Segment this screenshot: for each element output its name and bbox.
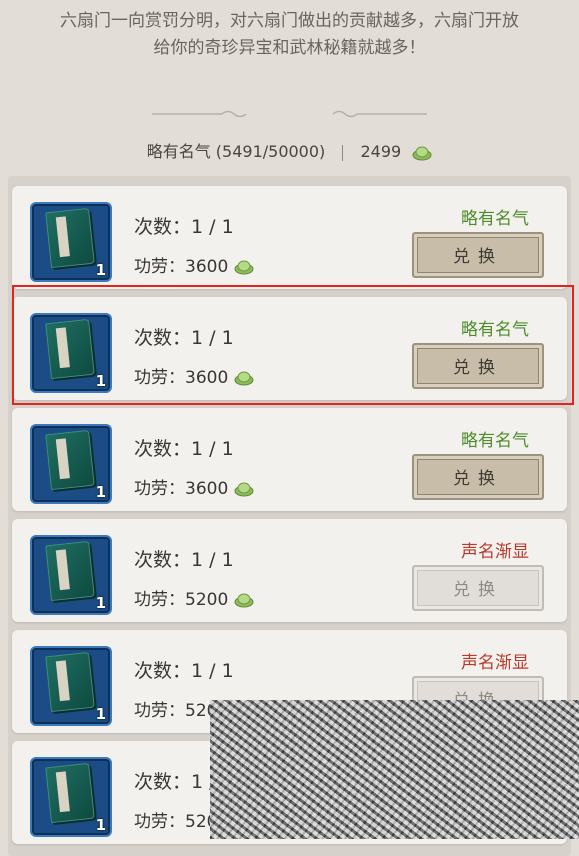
item-count: 1 [95,483,106,501]
martial-manual-icon [45,762,95,824]
exchange-times: 次数：1 / 1 [134,549,234,571]
intro-line-1: 六扇门一向赏罚分明，对六扇门做出的贡献越多，六扇门开放 [60,11,519,31]
requirement-label: 声名渐显 [461,653,529,673]
exchange-button[interactable]: 兑换 [412,232,544,278]
merit-cost: 功劳：5200 [134,585,254,610]
status-separator [342,144,344,161]
exchange-times: 次数：1 / 1 [134,327,234,349]
item-count: 1 [95,594,106,612]
merit-coin-icon [234,370,254,386]
merit-cost-label: 功劳：3600 [134,479,229,499]
item-thumbnail[interactable]: 1 [30,202,112,282]
exchange-button[interactable]: 兑换 [412,454,544,500]
obscured-region [210,700,579,839]
item-thumbnail[interactable]: 1 [30,424,112,504]
exchange-times: 次数：1 / 1 [134,660,234,682]
merit-cost: 功劳：3600 [134,474,254,499]
merit-coin-icon [234,481,254,497]
intro-line-2: 给你的奇珍异宝和武林秘籍就越多！ [153,38,426,58]
martial-manual-icon [45,429,95,491]
item-thumbnail[interactable]: 1 [30,757,112,837]
ornament-divider-right [332,104,427,118]
merit-coin-icon [234,592,254,608]
ornament-divider-left [152,104,247,118]
exchange-item: 1 次数：1 / 1 功劳：3600 略有名气 兑换 [12,408,567,511]
martial-manual-icon [45,651,95,713]
item-count: 1 [95,372,106,390]
requirement-label: 略有名气 [461,431,529,451]
item-thumbnail[interactable]: 1 [30,535,112,615]
martial-manual-icon [45,207,95,269]
requirement-label: 略有名气 [461,320,529,340]
item-count: 1 [95,816,106,834]
reputation-rank: 略有名气 (5491/50000) [146,142,326,161]
exchange-button[interactable]: 兑换 [412,565,544,611]
item-thumbnail[interactable]: 1 [30,646,112,726]
merit-cost: 功劳：3600 [134,363,254,388]
merit-cost-label: 功劳：3600 [134,368,229,388]
exchange-button[interactable]: 兑换 [412,343,544,389]
requirement-label: 声名渐显 [461,542,529,562]
requirement-label: 略有名气 [461,209,529,229]
merit-cost: 功劳：3600 [134,252,254,277]
item-thumbnail[interactable]: 1 [30,313,112,393]
martial-manual-icon [45,540,95,602]
martial-manual-icon [45,318,95,380]
intro-text: 六扇门一向赏罚分明，对六扇门做出的贡献越多，六扇门开放 给你的奇珍异宝和武林秘籍… [0,0,579,62]
exchange-times: 次数：1 / 1 [134,438,234,460]
exchange-times: 次数：1 / [134,771,216,793]
merit-cost-label: 功劳：5200 [134,590,229,610]
exchange-times: 次数：1 / 1 [134,216,234,238]
item-count: 1 [95,261,106,279]
item-count: 1 [95,705,106,723]
merit-coin-icon [412,145,432,161]
merit-cost-label: 功劳：3600 [134,257,229,277]
exchange-item: 1 次数：1 / 1 功劳：3600 略有名气 兑换 [12,297,567,400]
merit-total: 2499 [360,142,402,161]
exchange-item: 1 次数：1 / 1 功劳：5200 声名渐显 兑换 [12,519,567,622]
merit-coin-icon [234,259,254,275]
reputation-status: 略有名气 (5491/50000) 2499 [0,138,579,162]
exchange-item: 1 次数：1 / 1 功劳：3600 略有名气 兑换 [12,186,567,289]
